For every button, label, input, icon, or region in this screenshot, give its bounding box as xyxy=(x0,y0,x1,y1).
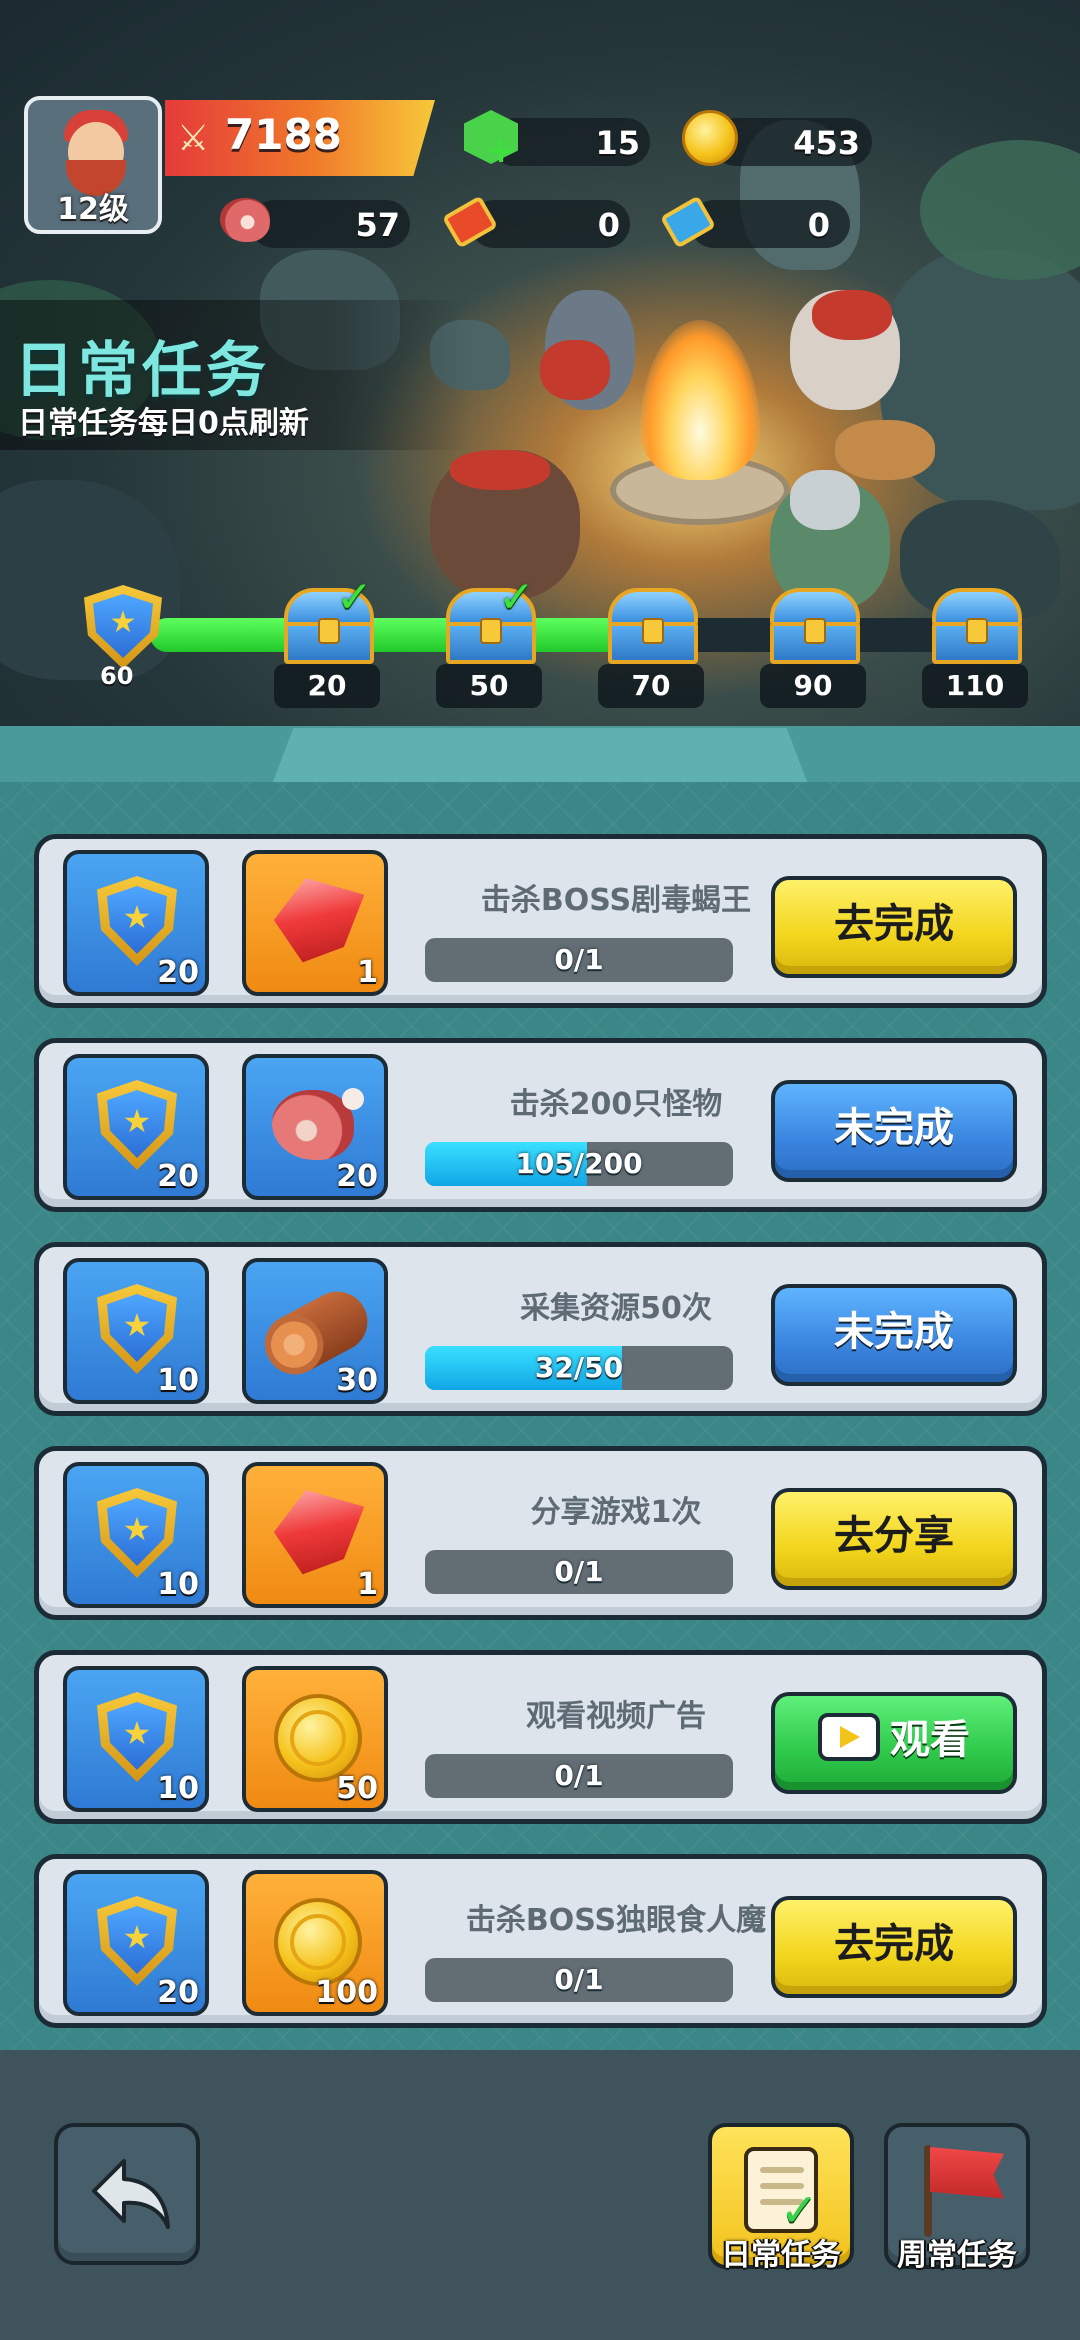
task-progress-bar: 0/1 xyxy=(425,938,733,982)
incomplete-button[interactable]: 未完成 xyxy=(771,1284,1017,1386)
milestone-label: 70 xyxy=(598,664,704,708)
claimed-check-icon: ✓ xyxy=(498,572,535,623)
activity-progress-fill xyxy=(150,618,672,652)
task-row: ★ 20 20 击杀200只怪物 105/200 未完成 xyxy=(34,1038,1047,1212)
shield-star-icon: ★ xyxy=(97,1080,177,1170)
task-row: ★ 10 1 分享游戏1次 0/1 去分享 xyxy=(34,1446,1047,1620)
claimed-check-icon: ✓ xyxy=(336,572,373,623)
item-reward-slot: 100 xyxy=(242,1870,388,2016)
watch-ad-button[interactable]: 观看 xyxy=(771,1692,1017,1794)
task-progress-bar: 0/1 xyxy=(425,1550,733,1594)
combat-power-banner: ⚔ 7188 xyxy=(165,100,435,176)
activity-reward-slot: ★ 10 xyxy=(63,1462,209,1608)
campfire-icon xyxy=(640,320,760,480)
item-reward-slot: 20 xyxy=(242,1054,388,1200)
back-button[interactable] xyxy=(54,2123,200,2265)
back-arrow-icon xyxy=(92,2159,170,2229)
milestone-chest-20[interactable]: ✓ xyxy=(280,572,378,666)
player-level-label: 12级 xyxy=(57,192,129,227)
task-progress-bar: 0/1 xyxy=(425,1958,733,2002)
shield-star-icon: ★ xyxy=(97,1692,177,1782)
task-progress-bar: 32/50 xyxy=(425,1346,733,1390)
page-subtitle: 日常任务每日0点刷新 xyxy=(18,406,309,441)
task-row: ★ 20 100 击杀BOSS独眼食人魔 0/1 去完成 xyxy=(34,1854,1047,2028)
page-title: 日常任务 xyxy=(14,336,270,406)
task-row: ★ 20 1 击杀BOSS剧毒蝎王 0/1 去完成 xyxy=(34,834,1047,1008)
shield-star-icon: ★ xyxy=(97,876,177,966)
go-complete-button[interactable]: 去完成 xyxy=(771,1896,1017,1998)
meat-icon xyxy=(220,198,270,242)
gold-coin-icon xyxy=(682,110,738,166)
task-row: ★ 10 50 观看视频广告 0/1 观看 xyxy=(34,1650,1047,1824)
shield-star-icon: ★ xyxy=(97,1896,177,1986)
blue-ticket-count: 0 xyxy=(807,206,830,244)
item-reward-slot: 50 xyxy=(242,1666,388,1812)
milestone-label: 90 xyxy=(760,664,866,708)
add-gem-icon[interactable]: + xyxy=(486,133,516,169)
ruby-icon xyxy=(269,874,366,969)
milestone-label: 50 xyxy=(436,664,542,708)
share-button[interactable]: 去分享 xyxy=(771,1488,1017,1590)
shield-star-icon: ★ xyxy=(97,1488,177,1578)
task-title: 击杀200只怪物 xyxy=(509,1087,723,1122)
incomplete-button[interactable]: 未完成 xyxy=(771,1080,1017,1182)
player-avatar[interactable]: 12级 xyxy=(24,96,162,234)
activity-reward-slot: ★ 10 xyxy=(63,1258,209,1404)
task-title: 分享游戏1次 xyxy=(530,1495,702,1530)
activity-reward-slot: ★ 20 xyxy=(63,1870,209,2016)
shield-star-icon: ★ xyxy=(97,1284,177,1374)
task-title: 采集资源50次 xyxy=(520,1291,712,1326)
meat-count: 57 xyxy=(355,206,400,244)
coin-count: 453 xyxy=(793,124,860,162)
milestone-chest-90[interactable] xyxy=(766,588,864,666)
milestone-chest-110[interactable] xyxy=(928,588,1026,666)
crossed-swords-icon: ⚔ xyxy=(177,118,210,159)
task-title: 观看视频广告 xyxy=(526,1699,706,1734)
task-progress-bar: 105/200 xyxy=(425,1142,733,1186)
activity-points-value: 60 xyxy=(100,662,134,690)
gold-coin-icon xyxy=(274,1694,362,1782)
item-reward-slot: 1 xyxy=(242,850,388,996)
ruby-icon xyxy=(269,1486,366,1581)
tab-daily-tasks-label: 日常任务 xyxy=(721,2238,841,2273)
gem-count: 15 xyxy=(595,124,640,162)
milestone-label: 20 xyxy=(274,664,380,708)
activity-reward-slot: ★ 20 xyxy=(63,850,209,996)
gold-coin-icon xyxy=(274,1898,362,1986)
tv-icon xyxy=(818,1713,880,1761)
item-reward-slot: 30 xyxy=(242,1258,388,1404)
milestone-chest-70[interactable] xyxy=(604,588,702,666)
task-row: ★ 10 30 采集资源50次 32/50 未完成 xyxy=(34,1242,1047,1416)
activity-reward-slot: ★ 20 xyxy=(63,1054,209,1200)
milestone-label: 110 xyxy=(922,664,1028,708)
item-reward-slot: 1 xyxy=(242,1462,388,1608)
tab-weekly-tasks-label: 周常任务 xyxy=(897,2238,1017,2273)
red-ticket-count: 0 xyxy=(597,206,620,244)
task-progress-bar: 0/1 xyxy=(425,1754,733,1798)
task-title: 击杀BOSS独眼食人魔 xyxy=(465,1903,767,1938)
task-title: 击杀BOSS剧毒蝎王 xyxy=(480,883,752,918)
go-complete-button[interactable]: 去完成 xyxy=(771,876,1017,978)
red-flag-icon xyxy=(930,2147,1004,2199)
check-icon: ✓ xyxy=(780,2183,819,2237)
milestone-chest-50[interactable]: ✓ xyxy=(442,572,540,666)
activity-reward-slot: ★ 10 xyxy=(63,1666,209,1812)
combat-power-value: 7188 xyxy=(225,110,342,159)
